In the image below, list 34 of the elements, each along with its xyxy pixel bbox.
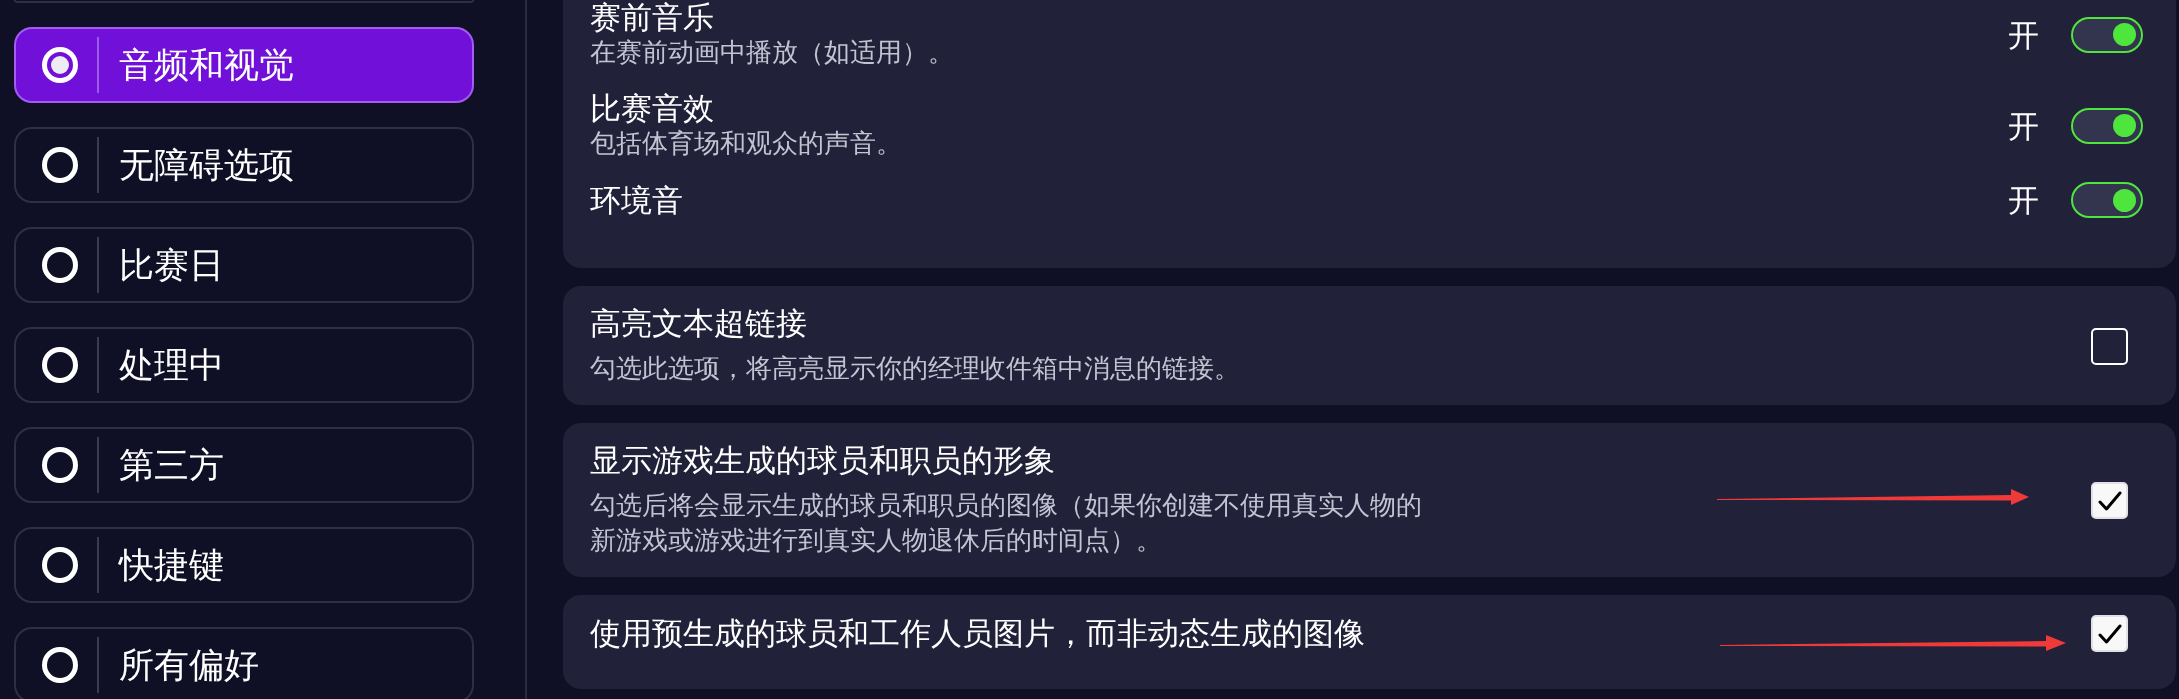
radio-icon (42, 647, 78, 683)
setting-title: 显示游戏生成的球员和职员的形象 (590, 443, 1056, 478)
radio-icon (42, 147, 78, 183)
setting-title: 赛前音乐 (590, 0, 715, 35)
sidebar-item[interactable]: 处理中 (14, 327, 474, 403)
checkbox[interactable] (2091, 482, 2128, 519)
setting-description: 在赛前动画中播放（如适用）。 (590, 36, 955, 69)
radio-icon (42, 347, 78, 383)
toggle-state-label: 开 (2008, 182, 2039, 218)
sidebar-item[interactable]: 音频和视觉 (14, 27, 474, 103)
setting-title: 环境音 (590, 182, 684, 218)
setting-title: 比赛音效 (590, 91, 715, 126)
radio-icon (42, 47, 78, 83)
toggle-switch[interactable] (2071, 182, 2143, 218)
sidebar-item[interactable]: 比赛日 (14, 227, 474, 303)
toggle-state-label: 开 (2008, 107, 2039, 144)
sidebar-item[interactable]: 所有偏好 (14, 627, 474, 699)
radio-icon (42, 547, 78, 583)
setting-title: 使用预生成的球员和工作人员图片，而非动态生成的图像 (590, 616, 1366, 651)
toggle-state-label: 开 (2008, 16, 2039, 53)
check-icon (2097, 490, 2122, 511)
sidebar-item[interactable]: 无障碍选项 (14, 127, 474, 203)
toggle-switch[interactable] (2071, 107, 2143, 144)
sidebar-item[interactable]: 快捷键 (14, 527, 474, 603)
setting-description: 勾选此选项，将高亮显示你的经理收件箱中消息的链接。 (590, 352, 1241, 385)
check-icon (2097, 623, 2122, 644)
setting-title: 高亮文本超链接 (590, 306, 808, 341)
radio-icon (42, 247, 78, 283)
radio-icon (42, 447, 78, 483)
setting-description: 勾选后将会显示生成的球员和职员的图像（如果你创建不使用真实人物的新游戏或游戏进行到真实人物退休后的时间点）。 (590, 489, 1423, 557)
sidebar-item[interactable]: 第三方 (14, 427, 474, 503)
checkbox[interactable] (2091, 615, 2128, 652)
toggle-switch[interactable] (2071, 16, 2143, 53)
setting-description: 包括体育场和观众的声音。 (590, 127, 903, 160)
